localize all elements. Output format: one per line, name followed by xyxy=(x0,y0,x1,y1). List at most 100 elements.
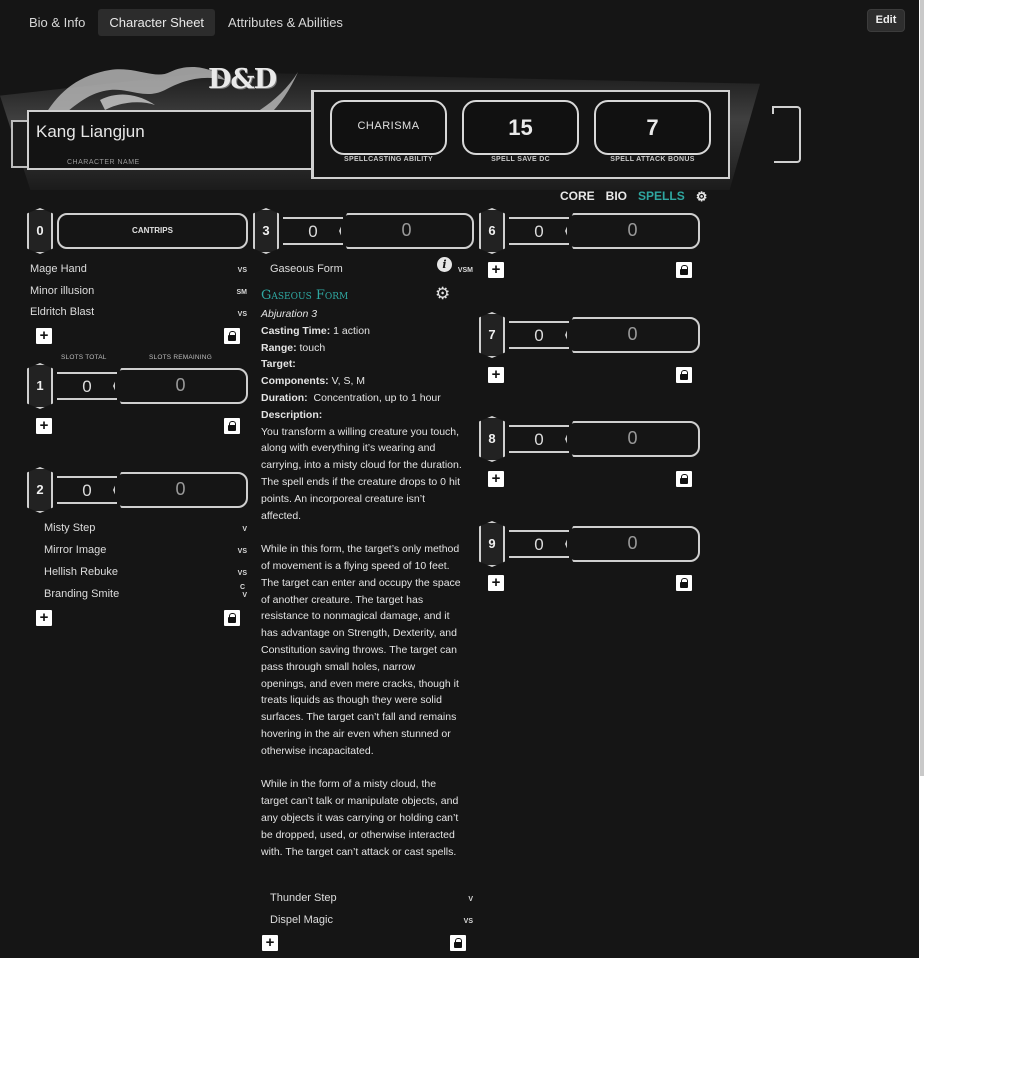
spell-mirror-image[interactable]: Mirror Image xyxy=(44,544,106,556)
spell-components: VSM xyxy=(457,267,473,274)
level-number: 3 xyxy=(262,223,270,238)
cantrips-header: 0 CANTRIPS xyxy=(27,208,250,254)
slots-remaining-value[interactable]: 0 xyxy=(565,421,700,457)
level-number: 8 xyxy=(488,431,496,446)
slots-remaining-value[interactable]: 0 xyxy=(113,368,248,404)
description-paragraph: You transform a willing creature you tou… xyxy=(261,425,462,522)
spell-branding-smite[interactable]: Branding Smite xyxy=(44,588,119,600)
add-level-7-spell-button[interactable]: + xyxy=(488,367,504,383)
level-number: 7 xyxy=(488,327,496,342)
slots-remaining-value[interactable]: 0 xyxy=(565,317,700,353)
range-row: Range: touch xyxy=(261,340,463,357)
slots-total-value[interactable]: 0 xyxy=(509,530,569,558)
components-label: Components: xyxy=(261,375,329,388)
lock-icon[interactable] xyxy=(224,610,240,626)
components-row: Components: V, S, M xyxy=(261,373,463,390)
duration-label: Duration: xyxy=(261,391,308,404)
lock-icon[interactable] xyxy=(676,471,692,487)
level-1-header: 1 0 0 xyxy=(27,363,250,409)
description-label: Description: xyxy=(261,408,323,421)
subnav-core[interactable]: CORE xyxy=(560,189,595,205)
name-box-edge xyxy=(11,120,27,168)
spell-thunder-step[interactable]: Thunder Step xyxy=(270,892,337,904)
tab-bio-info[interactable]: Bio & Info xyxy=(18,9,96,36)
tab-character-sheet[interactable]: Character Sheet xyxy=(98,9,216,36)
tab-attributes-abilities[interactable]: Attributes & Abilities xyxy=(217,9,354,36)
spell-attack-bonus-box[interactable]: 7 xyxy=(594,100,711,155)
description-paragraph: While in the form of a misty cloud, the … xyxy=(261,778,459,858)
description-text: You transform a willing creature you tou… xyxy=(261,424,463,861)
target-row: Target: xyxy=(261,356,463,373)
slots-remaining-value[interactable]: 0 xyxy=(113,472,248,508)
subnav-spells[interactable]: SPELLS xyxy=(638,189,685,205)
slots-remaining-value[interactable]: 0 xyxy=(339,213,474,249)
lock-icon[interactable] xyxy=(224,418,240,434)
edit-button[interactable]: Edit xyxy=(867,9,905,32)
level-number: 2 xyxy=(36,482,44,497)
range-value: touch xyxy=(299,341,326,354)
add-level-9-spell-button[interactable]: + xyxy=(488,575,504,591)
character-name[interactable]: Kang Liangjun xyxy=(36,122,145,142)
dnd-logo: D&D xyxy=(208,64,277,95)
spell-minor-illusion[interactable]: Minor illusion xyxy=(30,285,94,297)
components-value: V, S, M xyxy=(331,375,366,388)
spellcasting-ability-value: CHARISMA xyxy=(357,120,420,132)
add-level-8-spell-button[interactable]: + xyxy=(488,471,504,487)
description-row: Description: xyxy=(261,407,463,424)
spell-gaseous-form[interactable]: Gaseous Form xyxy=(270,263,343,275)
spell-hellish-rebuke[interactable]: Hellish Rebuke xyxy=(44,566,118,578)
slots-remaining-label: SLOTS REMAINING xyxy=(149,354,212,361)
spell-attack-bonus-value: 7 xyxy=(646,115,659,140)
lock-icon[interactable] xyxy=(676,575,692,591)
add-level-6-spell-button[interactable]: + xyxy=(488,262,504,278)
spell-detail-school: Abjuration 3 xyxy=(261,308,318,320)
level-9-header: 9 0 0 xyxy=(479,521,702,567)
slots-total-value[interactable]: 0 xyxy=(57,372,117,400)
spell-misty-step[interactable]: Misty Step xyxy=(44,522,95,534)
spell-eldritch-blast[interactable]: Eldritch Blast xyxy=(30,306,94,318)
level-2-header: 2 0 0 xyxy=(27,467,250,513)
slots-remaining-value[interactable]: 0 xyxy=(565,526,700,562)
spell-detail: Gaseous Form Abjuration 3 Casting Time: … xyxy=(261,286,463,877)
spell-save-dc-value: 15 xyxy=(508,115,533,140)
character-sheet-app: Bio & Info Character Sheet Attributes & … xyxy=(0,0,919,958)
range-label: Range: xyxy=(261,341,297,354)
duration-row: Duration: Concentration, up to 1 hour xyxy=(261,390,463,407)
spell-mage-hand[interactable]: Mage Hand xyxy=(30,263,87,275)
lock-icon[interactable] xyxy=(224,328,240,344)
spell-components: V xyxy=(242,592,247,599)
level-8-header: 8 0 0 xyxy=(479,416,702,462)
level-7-header: 7 0 0 xyxy=(479,312,702,358)
level-6-header: 6 0 0 xyxy=(479,208,702,254)
gear-icon[interactable]: ⚙ xyxy=(696,189,708,205)
subnav-bio[interactable]: BIO xyxy=(606,189,627,205)
spellcasting-ability-box[interactable]: CHARISMA xyxy=(330,100,447,155)
add-level-1-spell-button[interactable]: + xyxy=(36,418,52,434)
add-cantrip-button[interactable]: + xyxy=(36,328,52,344)
spell-save-dc-label: SPELL SAVE DC xyxy=(491,156,550,163)
slots-total-value[interactable]: 0 xyxy=(509,217,569,245)
slots-total-value[interactable]: 0 xyxy=(57,476,117,504)
slots-total-value[interactable]: 0 xyxy=(509,425,569,453)
spell-components: VS xyxy=(237,267,247,274)
lock-icon[interactable] xyxy=(676,367,692,383)
spell-dispel-magic[interactable]: Dispel Magic xyxy=(270,914,333,926)
slots-remaining-value[interactable]: 0 xyxy=(565,213,700,249)
spell-attack-bonus-label: SPELL ATTACK BONUS xyxy=(610,156,695,163)
spell-save-dc-box[interactable]: 15 xyxy=(462,100,579,155)
level-number: 9 xyxy=(488,536,496,551)
spell-components: V xyxy=(468,896,473,903)
slots-total-value[interactable]: 0 xyxy=(283,217,343,245)
slots-total-value[interactable]: 0 xyxy=(509,321,569,349)
add-level-2-spell-button[interactable]: + xyxy=(36,610,52,626)
lock-icon[interactable] xyxy=(450,935,466,951)
spell-components: VS xyxy=(237,311,247,318)
spellcasting-ability-label: SPELLCASTING ABILITY xyxy=(344,156,433,163)
lock-icon[interactable] xyxy=(676,262,692,278)
concentration-marker: C xyxy=(239,584,245,591)
scrollbar-track[interactable] xyxy=(920,0,924,776)
spell-components: V xyxy=(242,526,247,533)
add-level-3-spell-button[interactable]: + xyxy=(262,935,278,951)
casting-time-label: Casting Time: xyxy=(261,324,331,337)
cantrips-label: CANTRIPS xyxy=(57,213,248,249)
